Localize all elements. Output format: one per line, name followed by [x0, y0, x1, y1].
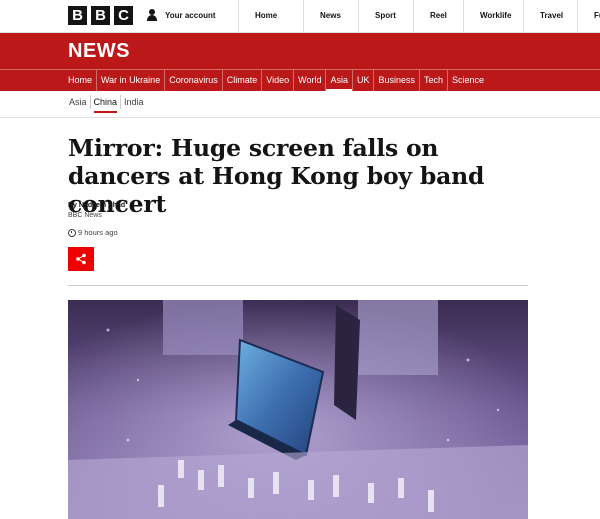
section-nav-science[interactable]: Science — [448, 70, 488, 91]
account-label: Your account — [165, 10, 216, 20]
news-banner: NEWS — [0, 33, 600, 69]
author-organization: BBC News — [68, 212, 102, 219]
sub-nav-asia[interactable]: Asia — [66, 95, 91, 109]
section-nav-tech[interactable]: Tech — [420, 70, 449, 91]
section-nav-video[interactable]: Video — [262, 70, 295, 91]
top-nav: Home News Sport Reel Worklife Travel Fut… — [238, 0, 600, 32]
top-nav-sport[interactable]: Sport — [358, 0, 413, 32]
article-divider — [68, 285, 528, 286]
section-nav: Home War in Ukraine Coronavirus Climate … — [0, 69, 600, 91]
section-nav-business[interactable]: Business — [374, 70, 421, 91]
bbc-logo-letter-2: B — [91, 6, 110, 25]
section-nav-coronavirus[interactable]: Coronavirus — [165, 70, 223, 91]
section-nav-asia[interactable]: Asia — [326, 70, 353, 91]
byline: By Nadeem Shad BBC News — [68, 201, 125, 221]
section-nav-war-in-ukraine[interactable]: War in Ukraine — [97, 70, 166, 91]
top-nav-travel[interactable]: Travel — [523, 0, 577, 32]
news-title[interactable]: NEWS — [68, 40, 130, 63]
bbc-logo-letter-3: C — [114, 6, 133, 25]
account-link[interactable]: Your account — [146, 9, 216, 21]
section-nav-home[interactable]: Home — [64, 70, 98, 91]
timestamp: 9 hours ago — [68, 228, 118, 237]
top-nav-reel[interactable]: Reel — [413, 0, 463, 32]
author-name: By Nadeem Shad — [68, 202, 126, 209]
hero-image[interactable] — [68, 300, 528, 519]
top-nav-home[interactable]: Home — [238, 0, 303, 32]
section-nav-uk[interactable]: UK — [353, 70, 375, 91]
concert-stage-photo — [68, 300, 528, 519]
top-nav-worklife[interactable]: Worklife — [463, 0, 523, 32]
timestamp-text: 9 hours ago — [78, 228, 118, 237]
person-icon — [146, 9, 158, 21]
share-button[interactable] — [68, 247, 94, 271]
top-nav-future[interactable]: Futu — [577, 0, 600, 32]
sub-nav-india[interactable]: India — [121, 95, 147, 109]
section-nav-world[interactable]: World — [294, 70, 327, 91]
section-nav-climate[interactable]: Climate — [223, 70, 263, 91]
bbc-logo[interactable]: B B C — [68, 6, 133, 25]
bbc-logo-letter-1: B — [68, 6, 87, 25]
sub-nav: Asia China India — [66, 95, 147, 113]
top-nav-news[interactable]: News — [303, 0, 358, 32]
article-headline: Mirror: Huge screen falls on dancers at … — [68, 134, 485, 218]
clock-icon — [68, 228, 76, 237]
share-icon — [76, 253, 86, 265]
sub-nav-divider — [0, 117, 600, 118]
sub-nav-china[interactable]: China — [91, 95, 122, 113]
top-bar: B B C Your account Home News Sport Reel … — [0, 0, 600, 33]
